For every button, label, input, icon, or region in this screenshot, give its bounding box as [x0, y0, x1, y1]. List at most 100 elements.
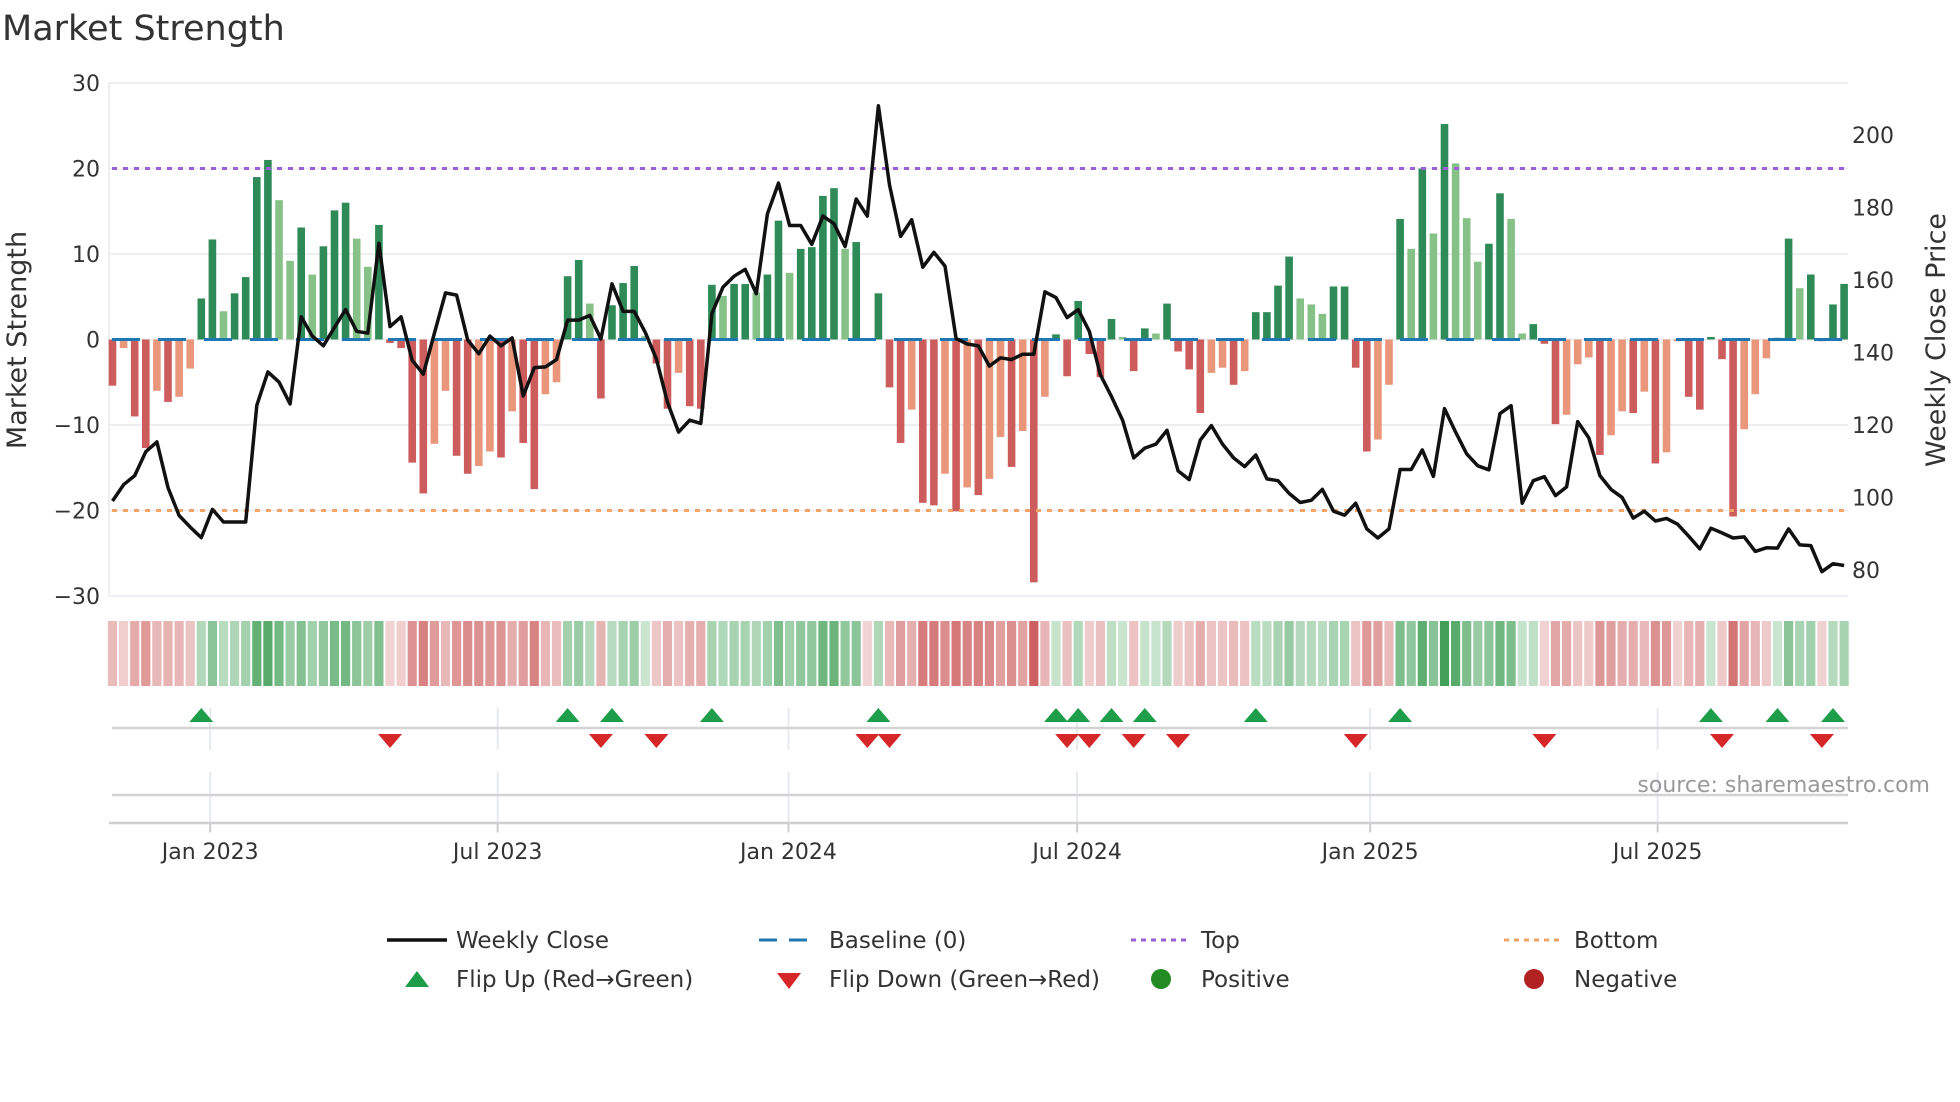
strength-bar: [685, 339, 694, 407]
legend-item-weekly-close[interactable]: Weekly Close: [387, 928, 609, 954]
strength-bars: [108, 124, 1848, 583]
strip-cell: [829, 621, 839, 686]
flip-markers-panel: [109, 708, 1848, 833]
strength-bar: [1474, 261, 1482, 340]
legend-item-baseline[interactable]: Baseline (0): [759, 928, 966, 954]
strip-cell: [1517, 621, 1527, 686]
flip-down-marker: [877, 734, 902, 748]
strip-cell: [1539, 621, 1549, 686]
flip-up-marker: [1821, 708, 1845, 722]
strength-bar: [1030, 339, 1038, 583]
strip-cell: [1595, 621, 1605, 686]
strip-cell: [174, 621, 184, 686]
flip-up-marker: [1243, 708, 1268, 722]
strength-bar: [1740, 339, 1748, 430]
flip-down-marker: [1532, 734, 1557, 748]
left-axis-ticks: 30 20 10 0 −10 −20 −30: [54, 72, 100, 610]
legend-item-flip-up[interactable]: Flip Up (Red→Green): [405, 967, 693, 993]
strength-bar: [597, 339, 605, 399]
strip-cell: [518, 621, 528, 686]
strength-bar: [1607, 339, 1615, 436]
strip-cell: [596, 621, 606, 686]
strength-bar: [1041, 339, 1049, 397]
flip-up-marker: [1388, 708, 1413, 722]
legend-label: Flip Down (Green→Red): [829, 967, 1100, 993]
strength-bar: [1129, 339, 1138, 372]
y-tick-label: −10: [54, 414, 100, 439]
strength-bar: [1662, 339, 1671, 453]
strength-heat-strip: [107, 621, 1849, 686]
strip-cell: [973, 621, 983, 686]
strip-cell: [762, 621, 772, 686]
flip-up-marker: [600, 708, 624, 722]
strength-bar: [963, 339, 971, 488]
strength-bar: [808, 247, 816, 340]
legend-item-negative[interactable]: Negative: [1524, 967, 1677, 993]
strength-bar: [1207, 339, 1216, 373]
x-tick-label: Jan 2024: [738, 840, 837, 865]
legend-label: Top: [1200, 928, 1240, 954]
strength-bar: [1274, 285, 1282, 340]
strip-cell: [1528, 621, 1538, 686]
strength-bar: [1496, 193, 1504, 340]
legend-item-bottom[interactable]: Bottom: [1504, 928, 1658, 954]
strip-cell: [1684, 621, 1694, 686]
strength-bar: [1263, 312, 1271, 340]
strength-bar: [241, 277, 250, 340]
strength-bar: [197, 298, 206, 340]
strip-cell: [1129, 621, 1139, 686]
strip-cell: [962, 621, 972, 686]
strength-bar: [164, 339, 172, 402]
strength-bar: [930, 339, 938, 506]
strip-cell: [907, 621, 917, 686]
strength-bar: [1141, 328, 1149, 340]
strip-cell: [1417, 621, 1427, 686]
strength-bar: [741, 283, 749, 340]
strip-cell: [1151, 621, 1161, 686]
strip-cell: [1428, 621, 1438, 686]
legend-label: Baseline (0): [829, 928, 966, 954]
strength-bar: [730, 283, 738, 340]
strength-bar: [275, 200, 283, 340]
strip-cell: [1328, 621, 1339, 686]
flip-down-marker: [1710, 734, 1734, 748]
strip-cell: [1040, 621, 1050, 686]
strength-bar: [108, 339, 117, 386]
strip-cell: [707, 621, 717, 686]
strip-cell: [1584, 621, 1594, 686]
right-axis-title: Weekly Close Price: [1921, 213, 1952, 467]
strip-cell: [818, 621, 828, 686]
strength-bar: [1462, 218, 1471, 340]
strength-bar: [1296, 298, 1304, 340]
strip-cell: [1717, 621, 1727, 686]
strength-bar: [1229, 339, 1238, 385]
strip-cell: [107, 621, 118, 686]
circle-icon: [1524, 969, 1544, 989]
strip-cell: [1817, 621, 1827, 686]
chart-title: Market Strength: [2, 9, 285, 49]
strength-bar: [1729, 339, 1737, 517]
strength-bar: [1252, 312, 1260, 340]
flip-down-marker: [1166, 734, 1191, 748]
legend-item-flip-down[interactable]: Flip Down (Green→Red): [777, 967, 1100, 993]
legend-item-top[interactable]: Top: [1131, 928, 1240, 954]
strength-bar: [1840, 283, 1848, 340]
strip-cell: [1195, 621, 1205, 686]
triangle-down-icon: [777, 973, 801, 989]
y-right-tick-label: 200: [1852, 124, 1894, 149]
strength-bar: [1451, 163, 1460, 340]
y-right-tick-label: 80: [1852, 559, 1880, 584]
x-tick-label: Jul 2024: [1030, 840, 1122, 865]
y-right-tick-label: 100: [1852, 486, 1894, 511]
flip-up-marker: [699, 708, 724, 722]
strip-cell: [1118, 621, 1128, 686]
strip-cell: [785, 621, 795, 686]
strength-bar: [752, 292, 761, 340]
strip-cell: [1240, 621, 1250, 686]
strip-cell: [1639, 621, 1649, 686]
strip-cell: [1606, 621, 1616, 686]
strength-bar: [830, 188, 838, 340]
strength-bar: [230, 293, 239, 340]
strength-bar: [796, 248, 805, 340]
legend-item-positive[interactable]: Positive: [1151, 967, 1290, 993]
